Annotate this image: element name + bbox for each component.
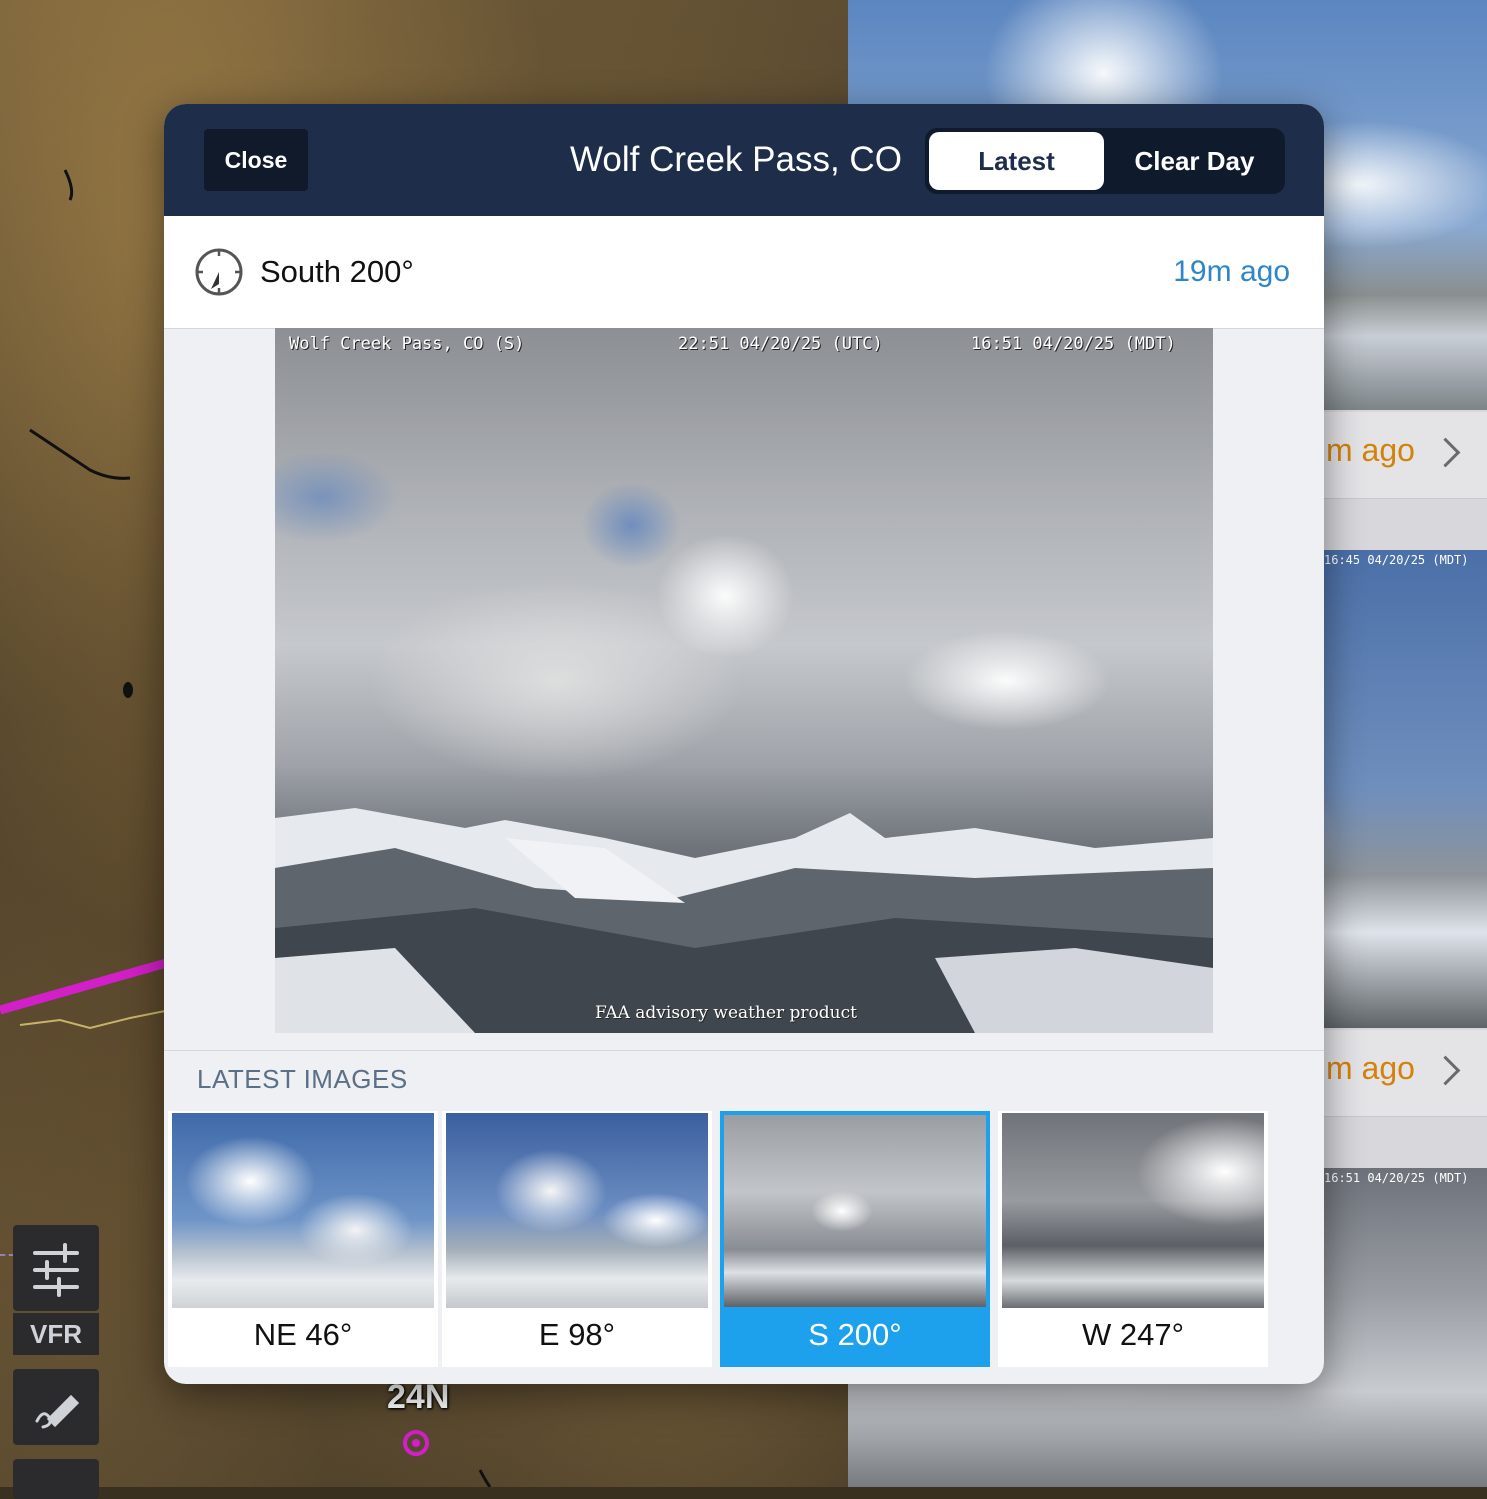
camera-footer: FAA advisory weather product bbox=[595, 1003, 857, 1023]
image-age: 19m ago bbox=[1173, 255, 1290, 288]
mountain-scene bbox=[275, 808, 1213, 1033]
page-title: Wolf Creek Pass, CO bbox=[570, 140, 902, 179]
thumbnail-label: NE 46° bbox=[253, 1317, 353, 1352]
close-button[interactable]: Close bbox=[204, 129, 308, 191]
chevron-right-icon bbox=[1430, 437, 1461, 468]
camera-local-overlay: 16:51 04/20/25 (MDT) bbox=[971, 334, 1176, 354]
thumbnail-e[interactable]: E 98° bbox=[442, 1111, 712, 1367]
map-boundary-line bbox=[0, 1254, 14, 1256]
thumbnail-ne[interactable]: NE 46° bbox=[168, 1111, 438, 1367]
thumbnail-w[interactable]: W 247° bbox=[998, 1111, 1268, 1367]
latest-images-heading: LATEST IMAGES bbox=[197, 1064, 408, 1094]
modal-header: Close Wolf Creek Pass, CO Latest Clear D… bbox=[164, 104, 1324, 216]
thumbnail-image bbox=[446, 1113, 708, 1308]
thumbnail-s[interactable]: S 200° bbox=[720, 1111, 990, 1367]
thumbnail-image bbox=[1002, 1113, 1264, 1308]
map-settings-button[interactable] bbox=[13, 1225, 99, 1311]
chevron-right-icon bbox=[1430, 1055, 1461, 1086]
camera-direction: South 200° bbox=[260, 254, 414, 289]
thumbnail-label: W 247° bbox=[1082, 1317, 1184, 1352]
camera-utc-overlay: 22:51 04/20/25 (UTC) bbox=[678, 334, 883, 354]
latest-images-divider bbox=[164, 1050, 1324, 1051]
thumbnail-label: E 98° bbox=[538, 1317, 616, 1352]
background-row-age: m ago bbox=[1326, 432, 1415, 468]
sliders-icon bbox=[33, 1243, 79, 1297]
thumbnail-image bbox=[724, 1115, 986, 1307]
thumbnail-image bbox=[172, 1113, 434, 1308]
webcam-image[interactable]: Wolf Creek Pass, CO (S) 22:51 04/20/25 (… bbox=[275, 328, 1213, 1033]
direction-bar: South 200° 19m ago bbox=[164, 216, 1324, 329]
background-image-timestamp: 16:45 04/20/25 (MDT) bbox=[1324, 553, 1469, 567]
airport-marker[interactable] bbox=[403, 1430, 429, 1456]
view-segmented-control: Latest Clear Day bbox=[925, 128, 1285, 194]
chart-type-label[interactable]: VFR bbox=[13, 1313, 99, 1355]
background-row-age: m ago bbox=[1326, 1050, 1415, 1086]
thumbnail-label: S 200° bbox=[808, 1317, 902, 1352]
webcam-modal: Close Wolf Creek Pass, CO Latest Clear D… bbox=[164, 104, 1324, 1384]
draw-button[interactable] bbox=[13, 1369, 99, 1445]
toolbar-more-button[interactable] bbox=[13, 1459, 99, 1499]
camera-station-overlay: Wolf Creek Pass, CO (S) bbox=[289, 334, 525, 354]
pencil-icon bbox=[35, 1394, 80, 1429]
compass-icon bbox=[195, 248, 243, 296]
segment-clear-day[interactable]: Clear Day bbox=[1108, 132, 1281, 190]
background-image-timestamp: 16:51 04/20/25 (MDT) bbox=[1324, 1171, 1469, 1185]
segment-latest[interactable]: Latest bbox=[929, 132, 1104, 190]
